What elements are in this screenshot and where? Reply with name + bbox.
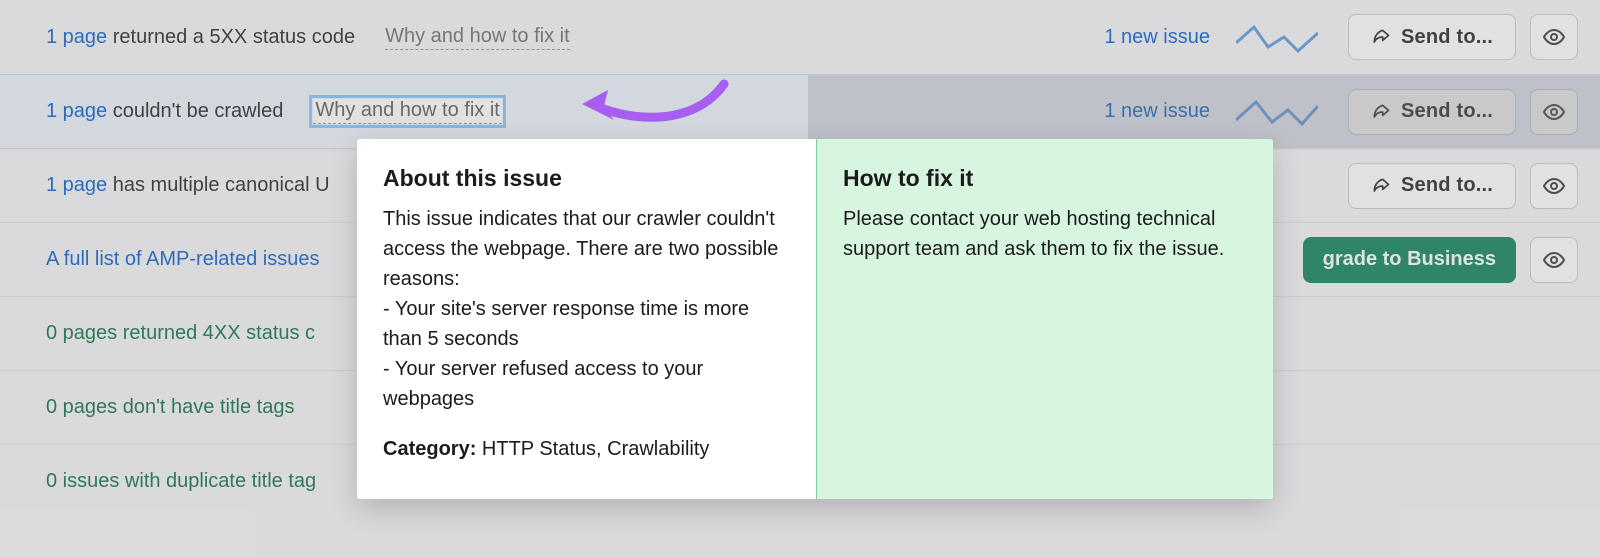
issue-row: 1 page returned a 5XX status code Why an… — [0, 0, 1600, 74]
visibility-toggle-button[interactable] — [1530, 237, 1578, 283]
issue-suffix: 0 issues with duplicate title tag — [46, 470, 316, 492]
send-to-label: Send to... — [1401, 26, 1493, 49]
popover-about-panel: About this issue This issue indicates th… — [357, 139, 817, 499]
issue-suffix: couldn't be crawled — [107, 100, 283, 122]
popover-fix-panel: How to fix it Please contact your web ho… — [817, 139, 1273, 499]
issue-text: 0 issues with duplicate title tag — [46, 470, 316, 493]
eye-icon — [1542, 174, 1566, 198]
send-to-label: Send to... — [1401, 174, 1493, 197]
send-to-label: Send to... — [1401, 100, 1493, 123]
issue-count-link[interactable]: 1 page — [46, 100, 107, 122]
send-to-button[interactable]: Send to... — [1348, 14, 1516, 60]
issue-text: 1 page returned a 5XX status code — [46, 26, 355, 49]
issue-text: 1 page has multiple canonical U — [46, 174, 330, 197]
issue-suffix: 0 pages returned 4XX status c — [46, 322, 315, 344]
share-arrow-icon — [1371, 27, 1391, 47]
issue-full-list-link[interactable]: A full list of AMP-related issues — [46, 248, 319, 270]
send-to-button[interactable]: Send to... — [1348, 89, 1516, 135]
issue-text: A full list of AMP-related issues — [46, 248, 319, 271]
visibility-toggle-button[interactable] — [1530, 14, 1578, 60]
issue-count-link[interactable]: 1 page — [46, 174, 107, 196]
share-arrow-icon — [1371, 176, 1391, 196]
issue-row-active: 1 page couldn't be crawled Why and how t… — [0, 74, 1600, 148]
upgrade-button[interactable]: grade to Business — [1303, 237, 1516, 283]
sparkline — [1236, 21, 1318, 53]
issue-text: 0 pages don't have title tags — [46, 396, 294, 419]
issue-count-link[interactable]: 1 page — [46, 26, 107, 48]
sparkline — [1236, 96, 1318, 128]
issue-help-popover: About this issue This issue indicates th… — [357, 139, 1273, 499]
eye-icon — [1542, 100, 1566, 124]
popover-about-body: This issue indicates that our crawler co… — [383, 204, 790, 414]
issue-text: 0 pages returned 4XX status c — [46, 322, 315, 345]
issue-suffix: 0 pages don't have title tags — [46, 396, 294, 418]
visibility-toggle-button[interactable] — [1530, 163, 1578, 209]
popover-fix-body: Please contact your web hosting technica… — [843, 204, 1247, 264]
share-arrow-icon — [1371, 102, 1391, 122]
popover-fix-title: How to fix it — [843, 165, 1247, 192]
new-issue-link[interactable]: 1 new issue — [1104, 100, 1210, 123]
popover-category: Category: HTTP Status, Crawlability — [383, 434, 790, 464]
issue-text: 1 page couldn't be crawled — [46, 100, 283, 123]
eye-icon — [1542, 248, 1566, 272]
issue-suffix: returned a 5XX status code — [107, 26, 355, 48]
new-issue-link[interactable]: 1 new issue — [1104, 26, 1210, 49]
popover-about-title: About this issue — [383, 165, 790, 192]
why-how-link-active[interactable]: Why and how to fix it — [313, 99, 502, 124]
eye-icon — [1542, 25, 1566, 49]
why-how-link[interactable]: Why and how to fix it — [385, 25, 570, 50]
issue-suffix: has multiple canonical U — [107, 174, 329, 196]
visibility-toggle-button[interactable] — [1530, 89, 1578, 135]
send-to-button[interactable]: Send to... — [1348, 163, 1516, 209]
